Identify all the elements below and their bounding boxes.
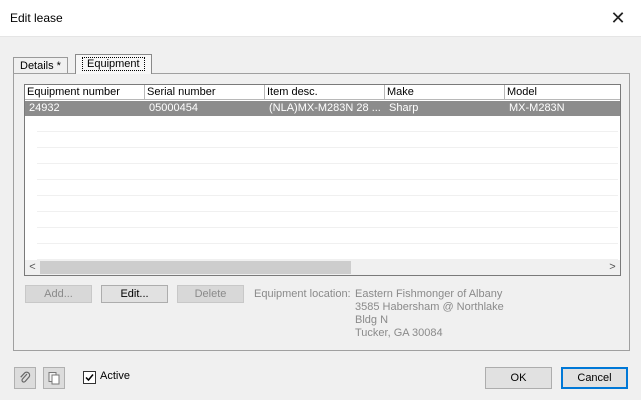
close-icon[interactable]: ✕ xyxy=(595,0,641,36)
tab-equipment-label: Equipment xyxy=(82,57,145,71)
paperclip-icon xyxy=(20,371,31,383)
equipment-grid[interactable]: Equipment number Serial number Item desc… xyxy=(24,84,621,276)
chevron-left-icon[interactable]: < xyxy=(25,260,40,275)
equipment-location-address: Eastern Fishmonger of Albany 3585 Habers… xyxy=(355,288,504,340)
cell-make: Sharp xyxy=(389,102,419,114)
add-button[interactable]: Add... xyxy=(25,285,92,303)
active-label[interactable]: Active xyxy=(100,370,130,382)
cell-equipment-number: 24932 xyxy=(29,102,60,114)
grid-header: Equipment number Serial number Item desc… xyxy=(25,85,620,100)
checkmark-icon xyxy=(85,374,94,382)
horizontal-scrollbar[interactable]: < > xyxy=(25,260,620,275)
copy-button[interactable] xyxy=(43,367,65,389)
table-row[interactable]: 24932 05000454 (NLA)MX-M283N 28 ... Shar… xyxy=(25,101,620,116)
attach-button[interactable] xyxy=(14,367,36,389)
tab-details-label: Details * xyxy=(20,60,61,72)
column-header-item-desc[interactable]: Item desc. xyxy=(265,85,385,100)
column-header-serial-number[interactable]: Serial number xyxy=(145,85,265,100)
delete-button[interactable]: Delete xyxy=(177,285,244,303)
cell-item-desc: (NLA)MX-M283N 28 ... xyxy=(269,102,381,114)
address-line: Tucker, GA 30084 xyxy=(355,327,443,339)
window-title: Edit lease xyxy=(10,11,63,25)
chevron-right-icon[interactable]: > xyxy=(605,260,620,275)
column-header-model[interactable]: Model xyxy=(505,85,620,100)
empty-grid-lines xyxy=(37,116,618,260)
tab-equipment[interactable]: Equipment xyxy=(75,54,152,74)
ok-button[interactable]: OK xyxy=(485,367,552,389)
scrollbar-thumb[interactable] xyxy=(40,261,351,274)
title-bar: Edit lease ✕ xyxy=(0,0,641,37)
active-checkbox[interactable] xyxy=(83,371,96,384)
cell-serial-number: 05000454 xyxy=(149,102,198,114)
address-line: Bldg N xyxy=(355,314,389,326)
address-line: 3585 Habersham @ Northlake xyxy=(355,301,504,313)
edit-button[interactable]: Edit... xyxy=(101,285,168,303)
column-header-make[interactable]: Make xyxy=(385,85,505,100)
copy-icon xyxy=(48,372,60,385)
cancel-button[interactable]: Cancel xyxy=(561,367,628,389)
tab-details[interactable]: Details * xyxy=(13,57,68,74)
equipment-location-label: Equipment location: xyxy=(254,288,351,300)
column-header-equipment-number[interactable]: Equipment number xyxy=(25,85,145,100)
address-line: Eastern Fishmonger of Albany xyxy=(355,288,503,300)
cell-model: MX-M283N xyxy=(509,102,565,114)
equipment-panel: Equipment number Serial number Item desc… xyxy=(13,73,630,351)
